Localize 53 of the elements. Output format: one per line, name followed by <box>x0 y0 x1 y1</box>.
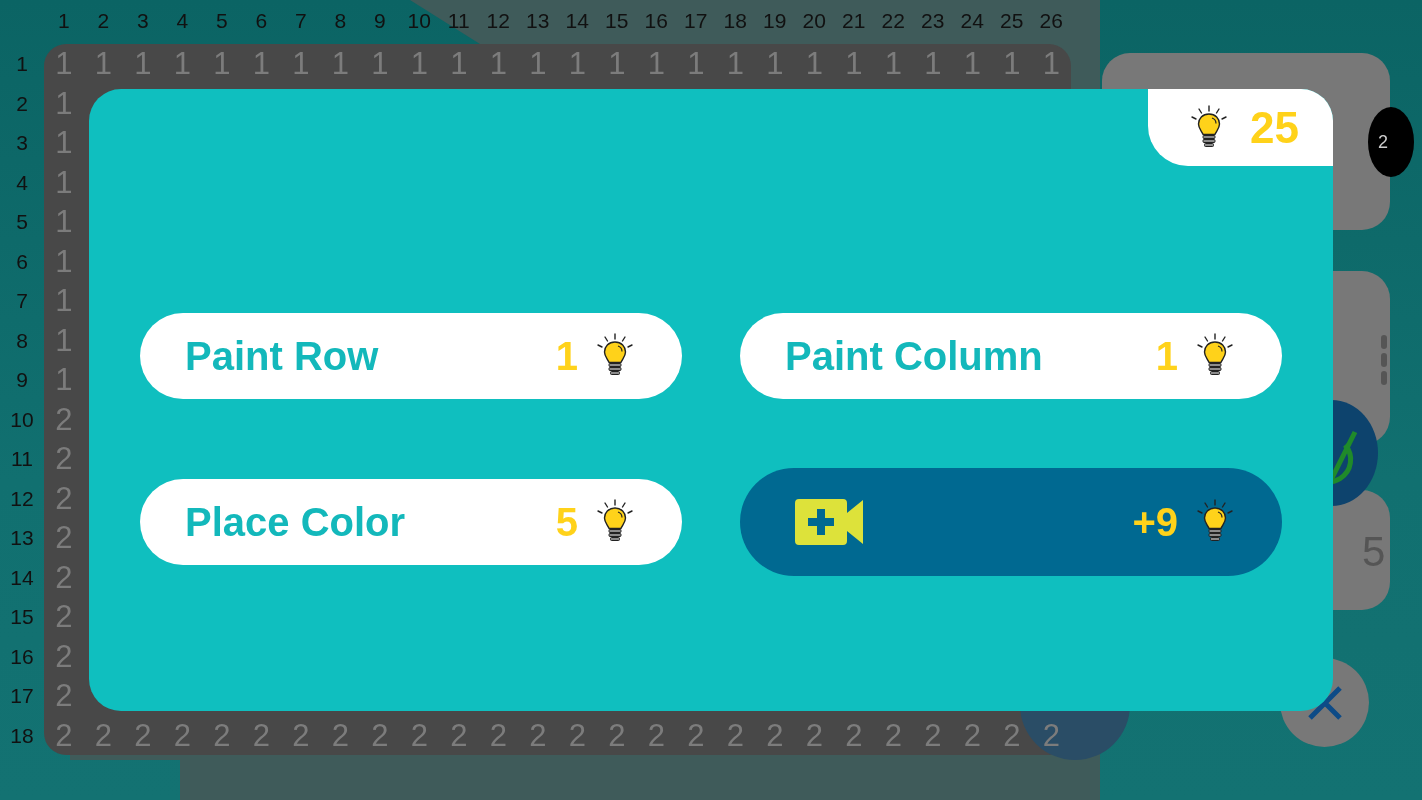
column-number: 20 <box>802 9 826 31</box>
row-number: 1 <box>16 53 28 75</box>
column-number: 25 <box>1000 9 1024 31</box>
hint-action-button[interactable]: Place Color 5 <box>140 479 682 565</box>
column-number: 15 <box>605 9 629 31</box>
row-number: 13 <box>10 527 34 549</box>
column-number: 14 <box>565 9 589 31</box>
column-number: 10 <box>407 9 431 31</box>
count-badge: 2 <box>1368 107 1414 177</box>
column-number: 23 <box>921 9 945 31</box>
row-number: 8 <box>16 329 28 351</box>
row-number: 9 <box>16 369 28 391</box>
watch-video-button[interactable]: +9 <box>740 468 1282 576</box>
column-number: 1 <box>57 9 70 31</box>
row-number: 12 <box>10 487 34 509</box>
column-number: 24 <box>960 9 984 31</box>
column-number: 6 <box>255 9 268 31</box>
column-number: 7 <box>294 9 307 31</box>
cell-number: 2 <box>1042 719 1060 751</box>
row-number: 4 <box>16 171 28 193</box>
hint-count: 25 <box>1250 102 1299 153</box>
row-number: 14 <box>10 566 34 588</box>
column-number: 13 <box>526 9 550 31</box>
row-number: 5 <box>16 211 28 233</box>
hint-action-button[interactable]: Paint Column 1 <box>740 313 1282 399</box>
row-number: 18 <box>10 724 34 746</box>
column-number: 19 <box>763 9 787 31</box>
row-number: 15 <box>10 606 34 628</box>
column-number: 16 <box>644 9 668 31</box>
column-number: 18 <box>723 9 747 31</box>
column-number: 12 <box>486 9 510 31</box>
column-number: 2 <box>97 9 110 31</box>
column-number: 17 <box>684 9 708 31</box>
column-number: 26 <box>1039 9 1063 31</box>
hint-action-button[interactable]: Paint Row 1 <box>140 313 682 399</box>
column-number: 11 <box>447 9 470 31</box>
column-number: 21 <box>842 9 866 31</box>
row-number: 3 <box>16 132 28 154</box>
column-number: 9 <box>373 9 386 31</box>
row-number: 2 <box>16 92 28 114</box>
column-number: 3 <box>136 9 149 31</box>
column-number: 22 <box>881 9 905 31</box>
column-number: 5 <box>215 9 228 31</box>
row-number: 6 <box>16 250 28 272</box>
row-number: 11 <box>11 448 33 470</box>
column-number: 4 <box>176 9 189 31</box>
row-number: 10 <box>10 408 34 430</box>
row-number: 7 <box>16 290 28 312</box>
row-number: 17 <box>10 685 34 707</box>
handle-icon <box>1380 335 1388 385</box>
row-number: 16 <box>10 645 34 667</box>
column-number: 8 <box>334 9 347 31</box>
video-camera-plus-icon <box>795 499 863 545</box>
